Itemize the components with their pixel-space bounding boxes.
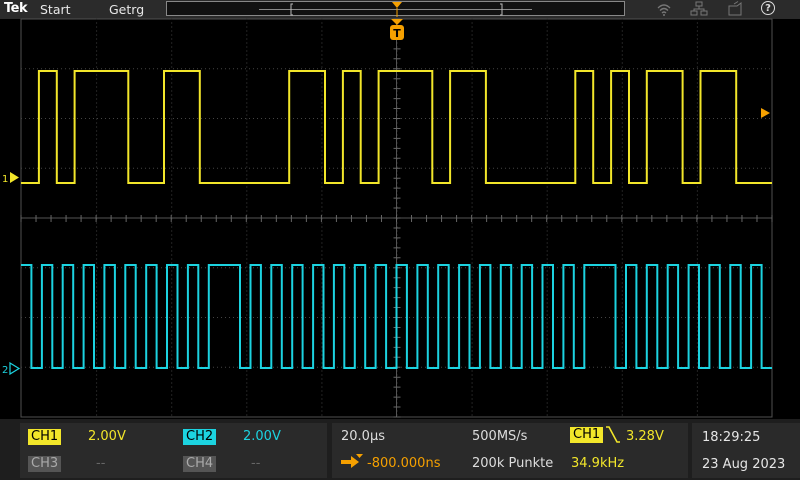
horizontal-position[interactable]: -800.000ns bbox=[367, 456, 440, 471]
ch2-ground-marker bbox=[9, 361, 21, 376]
ch2-scale[interactable]: 2.00V bbox=[243, 429, 281, 444]
time-per-div[interactable]: 20.0µs bbox=[341, 429, 385, 444]
ch3-label[interactable]: CH3 bbox=[28, 456, 62, 472]
ch1-label[interactable]: CH1 bbox=[28, 429, 62, 445]
ch2-marker-label: 2 bbox=[2, 365, 8, 376]
trigger-position-arrow bbox=[391, 19, 403, 25]
ch4-scale: -- bbox=[251, 456, 261, 471]
ch2-waveform bbox=[21, 264, 772, 369]
clock-time: 18:29:25 bbox=[702, 430, 761, 445]
ch1-marker-label: 1 bbox=[2, 174, 8, 185]
sample-rate[interactable]: 500MS/s bbox=[472, 429, 527, 444]
waveform-display[interactable]: 1 2 T bbox=[0, 0, 800, 419]
clock-date: 23 Aug 2023 bbox=[702, 457, 786, 472]
ch2-label[interactable]: CH2 bbox=[183, 429, 217, 445]
trigger-frequency: 34.9kHz bbox=[571, 456, 625, 471]
trigger-position-label: T bbox=[393, 27, 401, 40]
horizontal-position-arrow-icon bbox=[341, 454, 365, 474]
ch4-label[interactable]: CH4 bbox=[183, 456, 217, 472]
ch3-scale: -- bbox=[96, 456, 106, 471]
falling-edge-icon bbox=[605, 425, 621, 449]
trigger-source[interactable]: CH1 bbox=[570, 427, 604, 443]
ch1-scale[interactable]: 2.00V bbox=[88, 429, 126, 444]
ch1-ground-marker bbox=[10, 172, 19, 183]
trigger-level[interactable]: 3.28V bbox=[626, 429, 664, 444]
trigger-level-arrow bbox=[761, 108, 770, 118]
record-length[interactable]: 200k Punkte bbox=[472, 456, 553, 471]
